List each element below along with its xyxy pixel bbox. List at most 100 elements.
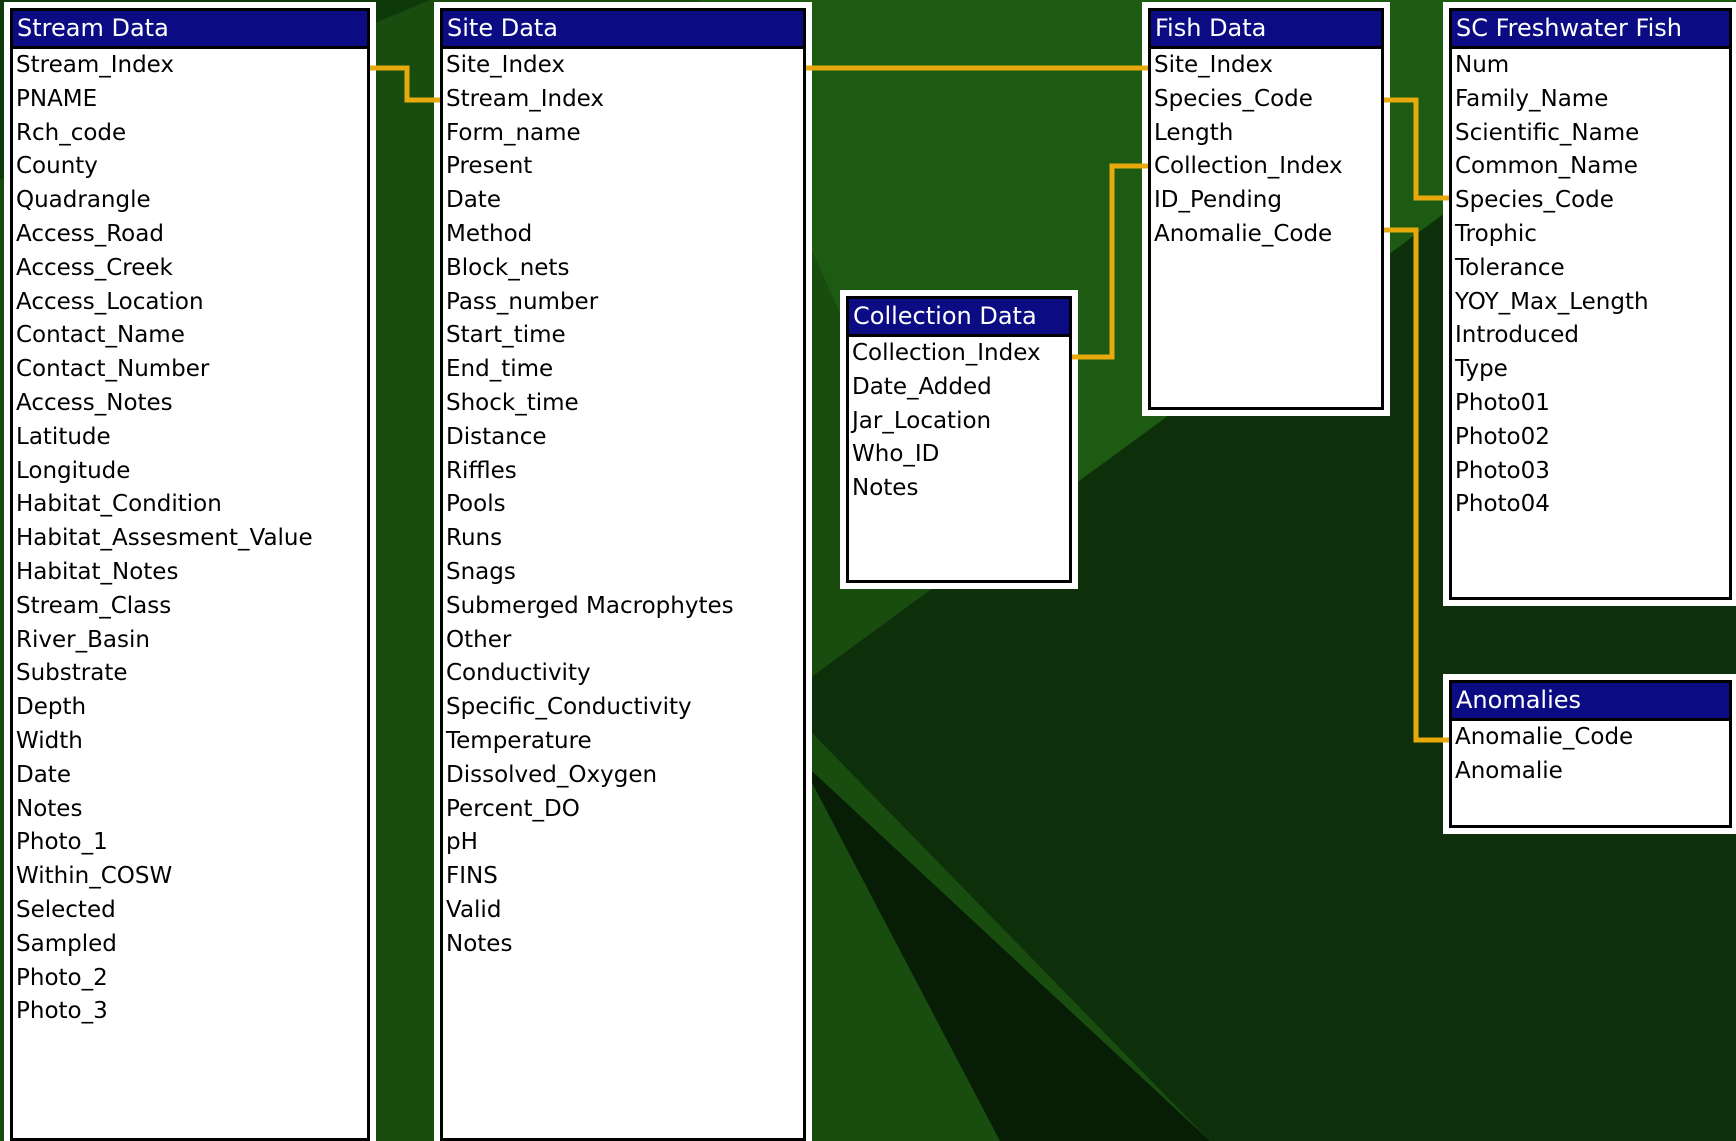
field-substrate[interactable]: Substrate — [13, 657, 367, 691]
field-photo01[interactable]: Photo01 — [1452, 387, 1729, 421]
field-photo03[interactable]: Photo03 — [1452, 455, 1729, 489]
field-selected[interactable]: Selected — [13, 894, 367, 928]
field-start-time[interactable]: Start_time — [443, 319, 803, 353]
field-runs[interactable]: Runs — [443, 522, 803, 556]
stream-data-title: Stream Data — [13, 11, 367, 49]
field-photo-1[interactable]: Photo_1 — [13, 826, 367, 860]
field-photo-2[interactable]: Photo_2 — [13, 962, 367, 996]
field-county[interactable]: County — [13, 150, 367, 184]
field-notes[interactable]: Notes — [13, 793, 367, 827]
field-form-name[interactable]: Form_name — [443, 117, 803, 151]
field-site-index[interactable]: Site_Index — [1151, 49, 1381, 83]
field-latitude[interactable]: Latitude — [13, 421, 367, 455]
field-site-index[interactable]: Site_Index — [443, 49, 803, 83]
field-percent-do[interactable]: Percent_DO — [443, 793, 803, 827]
anomalies-table[interactable]: Anomalies Anomalie_Code Anomalie — [1449, 680, 1732, 828]
sc-freshwater-fish-table[interactable]: SC Freshwater Fish Num Family_Name Scienti… — [1449, 8, 1732, 600]
field-method[interactable]: Method — [443, 218, 803, 252]
field-access-location[interactable]: Access_Location — [13, 286, 367, 320]
field-contact-name[interactable]: Contact_Name — [13, 319, 367, 353]
field-notes[interactable]: Notes — [443, 928, 803, 962]
field-photo04[interactable]: Photo04 — [1452, 488, 1729, 522]
field-pass-number[interactable]: Pass_number — [443, 286, 803, 320]
field-pname[interactable]: PNAME — [13, 83, 367, 117]
field-end-time[interactable]: End_time — [443, 353, 803, 387]
collection-data-title: Collection Data — [849, 299, 1069, 337]
field-length[interactable]: Length — [1151, 117, 1381, 151]
field-date[interactable]: Date — [13, 759, 367, 793]
fish-data-title: Fish Data — [1151, 11, 1381, 49]
sc-freshwater-fish-title: SC Freshwater Fish — [1452, 11, 1729, 49]
field-scientific-name[interactable]: Scientific_Name — [1452, 117, 1729, 151]
field-collection-index[interactable]: Collection_Index — [849, 337, 1069, 371]
field-anomalie[interactable]: Anomalie — [1452, 755, 1729, 789]
field-shock-time[interactable]: Shock_time — [443, 387, 803, 421]
field-quadrangle[interactable]: Quadrangle — [13, 184, 367, 218]
field-within-cosw[interactable]: Within_COSW — [13, 860, 367, 894]
field-stream-index[interactable]: Stream_Index — [443, 83, 803, 117]
field-temperature[interactable]: Temperature — [443, 725, 803, 759]
collection-data-field-list: Collection_Index Date_Added Jar_Location Wh… — [849, 337, 1069, 506]
fish-data-table[interactable]: Fish Data Site_Index Species_Code Length Co… — [1148, 8, 1384, 410]
field-id-pending[interactable]: ID_Pending — [1151, 184, 1381, 218]
field-jar-location[interactable]: Jar_Location — [849, 405, 1069, 439]
field-habitat-condition[interactable]: Habitat_Condition — [13, 488, 367, 522]
field-valid[interactable]: Valid — [443, 894, 803, 928]
field-rch-code[interactable]: Rch_code — [13, 117, 367, 151]
field-snags[interactable]: Snags — [443, 556, 803, 590]
field-sampled[interactable]: Sampled — [13, 928, 367, 962]
field-specific-conductivity[interactable]: Specific_Conductivity — [443, 691, 803, 725]
stream-data-field-list: Stream_Index PNAME Rch_code County Quadrangl… — [13, 49, 367, 1029]
anomalies-title: Anomalies — [1452, 683, 1729, 721]
field-longitude[interactable]: Longitude — [13, 455, 367, 489]
field-yoy-max-length[interactable]: YOY_Max_Length — [1452, 286, 1729, 320]
field-block-nets[interactable]: Block_nets — [443, 252, 803, 286]
field-dissolved-oxygen[interactable]: Dissolved_Oxygen — [443, 759, 803, 793]
field-date-added[interactable]: Date_Added — [849, 371, 1069, 405]
field-collection-index[interactable]: Collection_Index — [1151, 150, 1381, 184]
field-date[interactable]: Date — [443, 184, 803, 218]
field-species-code[interactable]: Species_Code — [1452, 184, 1729, 218]
field-access-creek[interactable]: Access_Creek — [13, 252, 367, 286]
anomalies-field-list: Anomalie_Code Anomalie — [1452, 721, 1729, 789]
stream-data-table[interactable]: Stream Data Stream_Index PNAME Rch_code Cou… — [10, 8, 370, 1141]
field-submerged-macrophytes[interactable]: Submerged Macrophytes — [443, 590, 803, 624]
field-conductivity[interactable]: Conductivity — [443, 657, 803, 691]
field-anomalie-code[interactable]: Anomalie_Code — [1151, 218, 1381, 252]
field-river-basin[interactable]: River_Basin — [13, 624, 367, 658]
field-notes[interactable]: Notes — [849, 472, 1069, 506]
field-tolerance[interactable]: Tolerance — [1452, 252, 1729, 286]
field-photo-3[interactable]: Photo_3 — [13, 995, 367, 1029]
field-num[interactable]: Num — [1452, 49, 1729, 83]
field-anomalie-code[interactable]: Anomalie_Code — [1452, 721, 1729, 755]
field-other[interactable]: Other — [443, 624, 803, 658]
field-photo02[interactable]: Photo02 — [1452, 421, 1729, 455]
field-introduced[interactable]: Introduced — [1452, 319, 1729, 353]
site-data-table[interactable]: Site Data Site_Index Stream_Index Form_nam… — [440, 8, 806, 1141]
field-access-notes[interactable]: Access_Notes — [13, 387, 367, 421]
field-stream-index[interactable]: Stream_Index — [13, 49, 367, 83]
field-distance[interactable]: Distance — [443, 421, 803, 455]
field-family-name[interactable]: Family_Name — [1452, 83, 1729, 117]
field-depth[interactable]: Depth — [13, 691, 367, 725]
field-habitat-notes[interactable]: Habitat_Notes — [13, 556, 367, 590]
field-present[interactable]: Present — [443, 150, 803, 184]
field-pools[interactable]: Pools — [443, 488, 803, 522]
field-who-id[interactable]: Who_ID — [849, 438, 1069, 472]
collection-data-table[interactable]: Collection Data Collection_Index Date_Add… — [846, 296, 1072, 583]
field-access-road[interactable]: Access_Road — [13, 218, 367, 252]
field-riffles[interactable]: Riffles — [443, 455, 803, 489]
field-trophic[interactable]: Trophic — [1452, 218, 1729, 252]
field-species-code[interactable]: Species_Code — [1151, 83, 1381, 117]
field-common-name[interactable]: Common_Name — [1452, 150, 1729, 184]
site-data-title: Site Data — [443, 11, 803, 49]
field-ph[interactable]: pH — [443, 826, 803, 860]
fish-data-field-list: Site_Index Species_Code Length Collection_I… — [1151, 49, 1381, 252]
field-width[interactable]: Width — [13, 725, 367, 759]
field-type[interactable]: Type — [1452, 353, 1729, 387]
field-habitat-assesment-value[interactable]: Habitat_Assesment_Value — [13, 522, 367, 556]
field-contact-number[interactable]: Contact_Number — [13, 353, 367, 387]
field-stream-class[interactable]: Stream_Class — [13, 590, 367, 624]
field-fins[interactable]: FINS — [443, 860, 803, 894]
sc-freshwater-fish-field-list: Num Family_Name Scientific_Name Common_Name… — [1452, 49, 1729, 522]
